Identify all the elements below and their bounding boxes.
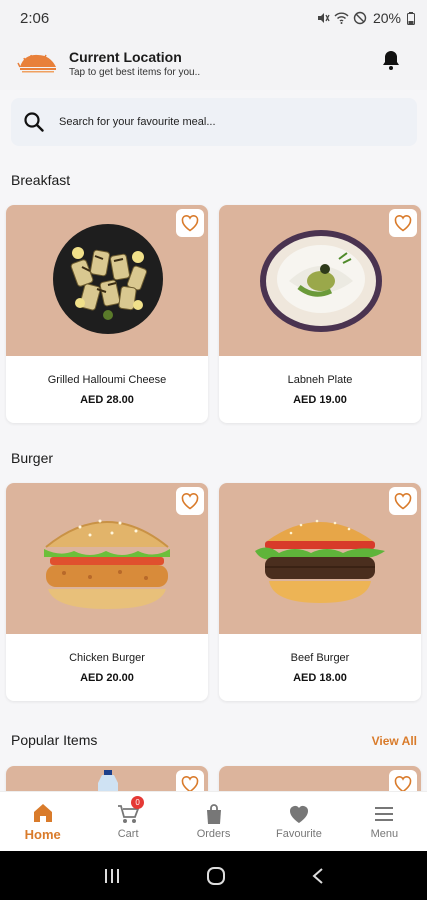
product-price: AED 18.00: [293, 672, 347, 684]
heart-outline-icon: [181, 493, 199, 510]
product-name: Beef Burger: [290, 652, 350, 664]
beef-burger-image: [255, 519, 385, 603]
battery-icon: [407, 11, 415, 25]
battery-percent: 20%: [372, 10, 401, 26]
nav-label: Menu: [370, 828, 399, 840]
product-name: Labneh Plate: [287, 374, 353, 386]
nav-cart[interactable]: 0 Cart: [85, 792, 170, 851]
heart-outline-icon: [394, 493, 412, 510]
nav-label: Home: [24, 826, 61, 842]
view-all-link[interactable]: View All: [372, 734, 417, 748]
system-navigation-bar: [0, 851, 427, 900]
product-card-chicken-burger[interactable]: Chicken Burger AED 20.00: [6, 483, 208, 701]
chicken-burger-image: [44, 519, 170, 609]
location-header[interactable]: Current Location Tap to get best items f…: [0, 36, 427, 90]
product-name: Chicken Burger: [69, 652, 145, 664]
bottom-navigation: Home 0 Cart Orders Favourite Menu: [0, 791, 427, 851]
wifi-icon: [334, 12, 349, 24]
back-icon[interactable]: [311, 867, 325, 885]
cart-count-badge: 0: [131, 796, 145, 809]
nav-menu[interactable]: Menu: [342, 792, 427, 851]
favourite-button[interactable]: [389, 209, 417, 237]
section-title-popular-items: Popular Items: [11, 732, 98, 748]
product-name: Grilled Halloumi Cheese: [47, 374, 167, 386]
favourite-button[interactable]: [176, 487, 204, 515]
heart-outline-icon: [394, 215, 412, 232]
home-icon: [33, 803, 52, 822]
product-price: AED 19.00: [293, 394, 347, 406]
brand-logo: [17, 54, 56, 73]
nav-orders[interactable]: Orders: [171, 792, 256, 851]
product-image-background: [6, 483, 208, 634]
product-card-beef-burger[interactable]: Beef Burger AED 18.00: [219, 483, 421, 701]
heart-icon: [289, 806, 308, 823]
nav-label: Favourite: [275, 828, 322, 840]
location-subtitle: Tap to get best items for you..: [69, 66, 201, 78]
notification-bell-icon[interactable]: [379, 48, 403, 72]
nav-label: Cart: [117, 828, 139, 840]
menu-icon: [375, 807, 394, 821]
product-card-labneh-plate[interactable]: Labneh Plate AED 19.00: [219, 205, 421, 423]
section-title-breakfast: Breakfast: [11, 172, 71, 188]
status-indicators: 20%: [316, 10, 415, 26]
status-bar: 2:06 20%: [0, 0, 427, 36]
nav-label: Orders: [196, 828, 231, 840]
mute-icon: [317, 13, 330, 23]
search-input[interactable]: [59, 116, 379, 128]
location-info[interactable]: Current Location Tap to get best items f…: [69, 49, 200, 78]
grilled-halloumi-image: [53, 224, 163, 334]
location-title: Current Location: [69, 48, 182, 65]
section-title-burger: Burger: [11, 450, 54, 466]
status-time: 2:06: [20, 9, 50, 27]
labneh-plate-image: [260, 230, 382, 332]
recent-apps-icon[interactable]: [103, 867, 121, 885]
product-image-background: [219, 483, 421, 634]
product-price: AED 20.00: [80, 672, 134, 684]
favourite-button[interactable]: [176, 209, 204, 237]
search-icon: [24, 112, 44, 132]
nav-home[interactable]: Home: [0, 792, 85, 851]
home-button-icon[interactable]: [206, 866, 226, 886]
heart-outline-icon: [181, 215, 199, 232]
favourite-button[interactable]: [389, 487, 417, 515]
bag-icon: [206, 804, 221, 824]
product-image-background: [6, 205, 208, 356]
search-bar[interactable]: [11, 98, 417, 146]
product-card-grilled-halloumi[interactable]: Grilled Halloumi Cheese AED 28.00: [6, 205, 208, 423]
nav-favourite[interactable]: Favourite: [256, 792, 341, 851]
do-not-disturb-icon: [353, 11, 367, 25]
product-price: AED 28.00: [80, 394, 134, 406]
product-image-background: [219, 205, 421, 356]
